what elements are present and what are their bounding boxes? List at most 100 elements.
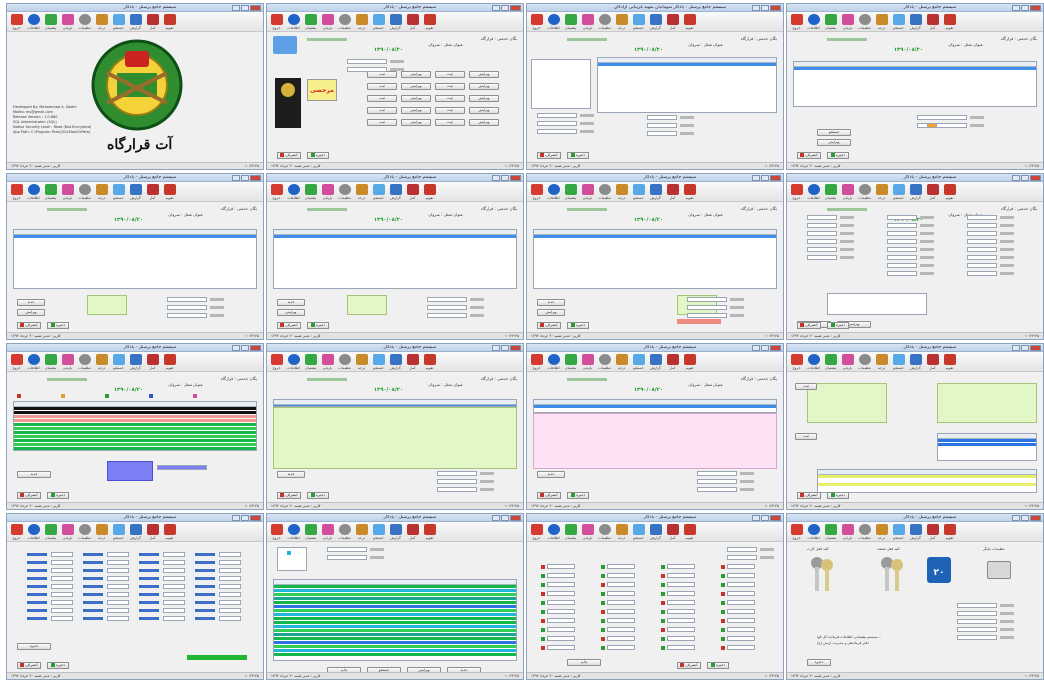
- cancel-button[interactable]: انصراف: [537, 492, 561, 499]
- toolbar-button-report[interactable]: گزارش: [908, 354, 923, 370]
- form-field[interactable]: [667, 591, 695, 596]
- toolbar-button-info[interactable]: اطلاعات: [286, 184, 301, 200]
- toolbar-button-badge[interactable]: درجه: [354, 354, 369, 370]
- form-field[interactable]: [607, 636, 635, 641]
- toolbar-button-info[interactable]: اطلاعات: [26, 14, 41, 30]
- toolbar-button-calendar[interactable]: تقویم: [682, 524, 697, 540]
- form-field[interactable]: [667, 627, 695, 632]
- setting-field[interactable]: [163, 552, 185, 557]
- toolbar-button-close-x[interactable]: خروج: [9, 184, 24, 200]
- maximize-button[interactable]: [761, 175, 769, 181]
- close-window-button[interactable]: [770, 175, 781, 181]
- toolbar-button-gear[interactable]: تنظیمات: [857, 184, 872, 200]
- save-button[interactable]: ذخیره: [47, 492, 69, 499]
- toolbar-button-backup[interactable]: پشتیبان: [563, 524, 578, 540]
- form-field[interactable]: [887, 223, 917, 228]
- form-field[interactable]: [607, 600, 635, 605]
- toolbar-button-stats[interactable]: آمار: [665, 184, 680, 200]
- toolbar-button-report[interactable]: گزارش: [388, 354, 403, 370]
- cancel-button[interactable]: انصراف: [797, 322, 821, 329]
- form-field[interactable]: [547, 618, 575, 623]
- close-window-button[interactable]: [1030, 345, 1041, 351]
- close-window-button[interactable]: [510, 175, 521, 181]
- toolbar-button-search-key[interactable]: جستجو: [631, 524, 646, 540]
- setting-field[interactable]: [51, 568, 73, 573]
- toolbar-button-stats[interactable]: آمار: [925, 184, 940, 200]
- save-button[interactable]: ذخیره: [567, 492, 589, 499]
- form-field[interactable]: [727, 627, 755, 632]
- toolbar-button-restore[interactable]: بازیابی: [60, 354, 75, 370]
- toolbar-button-info[interactable]: اطلاعات: [286, 354, 301, 370]
- form-field[interactable]: [547, 609, 575, 614]
- setting-field[interactable]: [163, 560, 185, 565]
- new-button[interactable]: جدید: [17, 299, 45, 306]
- form-field[interactable]: [347, 67, 387, 72]
- toolbar-button-info[interactable]: اطلاعات: [26, 354, 41, 370]
- toolbar-button-search-key[interactable]: جستجو: [371, 354, 386, 370]
- toolbar-button-stats[interactable]: آمار: [665, 14, 680, 30]
- toolbar-button-restore[interactable]: بازیابی: [320, 184, 335, 200]
- toolbar-button-calendar[interactable]: تقویم: [942, 184, 957, 200]
- form-field[interactable]: [667, 600, 695, 605]
- toolbar-button-calendar[interactable]: تقویم: [422, 524, 437, 540]
- form-field[interactable]: [957, 619, 997, 624]
- toolbar-button-info[interactable]: اطلاعات: [806, 184, 821, 200]
- save-button[interactable]: ذخیره: [567, 152, 589, 159]
- action-button[interactable]: ویرایش: [401, 71, 431, 78]
- form-field[interactable]: [667, 609, 695, 614]
- toolbar-button-badge[interactable]: درجه: [874, 354, 889, 370]
- toolbar-button-calendar[interactable]: تقویم: [682, 184, 697, 200]
- window-titlebar[interactable]: سیستم جامع پرسنل - یادگار: [267, 514, 523, 522]
- toolbar-button-restore[interactable]: بازیابی: [60, 14, 75, 30]
- minimize-button[interactable]: [232, 5, 240, 11]
- toolbar-button-backup[interactable]: پشتیبان: [43, 524, 58, 540]
- form-field[interactable]: [727, 645, 755, 650]
- form-field[interactable]: [607, 609, 635, 614]
- save-button[interactable]: ذخیره: [827, 322, 849, 329]
- table-row[interactable]: [274, 653, 516, 657]
- action-button[interactable]: ویرایش: [401, 83, 431, 90]
- form-field[interactable]: [167, 305, 207, 310]
- save-button[interactable]: ذخیره: [47, 662, 69, 669]
- toolbar-button-backup[interactable]: پشتیبان: [43, 14, 58, 30]
- form-field[interactable]: [727, 609, 755, 614]
- setting-field[interactable]: [163, 576, 185, 581]
- toolbar-button-backup[interactable]: پشتیبان: [823, 184, 838, 200]
- toolbar-button-close-x[interactable]: خروج: [269, 524, 284, 540]
- toolbar-button-search-key[interactable]: جستجو: [891, 184, 906, 200]
- form-field[interactable]: [887, 215, 917, 220]
- toolbar-button-calendar[interactable]: تقویم: [942, 354, 957, 370]
- form-field[interactable]: [727, 618, 755, 623]
- form-field[interactable]: [967, 247, 997, 252]
- form-field[interactable]: [437, 479, 477, 484]
- toolbar-button-info[interactable]: اطلاعات: [546, 354, 561, 370]
- toolbar-button-gear[interactable]: تنظیمات: [337, 524, 352, 540]
- toolbar-button-gear[interactable]: تنظیمات: [597, 524, 612, 540]
- toolbar-button-stats[interactable]: آمار: [145, 354, 160, 370]
- form-field[interactable]: [647, 123, 677, 128]
- save-button[interactable]: ذخیره: [307, 322, 329, 329]
- maximize-button[interactable]: [501, 175, 509, 181]
- form-field[interactable]: [807, 215, 837, 220]
- form-field[interactable]: [727, 573, 755, 578]
- form-field[interactable]: [807, 239, 837, 244]
- form-field[interactable]: [697, 487, 737, 492]
- toolbar-button-stats[interactable]: آمار: [405, 354, 420, 370]
- setting-field[interactable]: [219, 552, 241, 557]
- form-field[interactable]: [547, 591, 575, 596]
- cancel-button[interactable]: انصراف: [797, 152, 821, 159]
- toolbar-button-calendar[interactable]: تقویم: [162, 184, 177, 200]
- setting-field[interactable]: [51, 600, 73, 605]
- toolbar-button-calendar[interactable]: تقویم: [162, 14, 177, 30]
- toolbar-button-close-x[interactable]: خروج: [529, 14, 544, 30]
- form-field[interactable]: [727, 564, 755, 569]
- form-field[interactable]: [967, 231, 997, 236]
- toolbar-button-calendar[interactable]: تقویم: [942, 524, 957, 540]
- toolbar-button-search-key[interactable]: جستجو: [891, 14, 906, 30]
- minimize-button[interactable]: [1012, 175, 1020, 181]
- form-field[interactable]: [437, 471, 477, 476]
- form-field[interactable]: [547, 627, 575, 632]
- form-field[interactable]: [607, 564, 635, 569]
- form-field[interactable]: [807, 231, 837, 236]
- toolbar-button-gear[interactable]: تنظیمات: [597, 14, 612, 30]
